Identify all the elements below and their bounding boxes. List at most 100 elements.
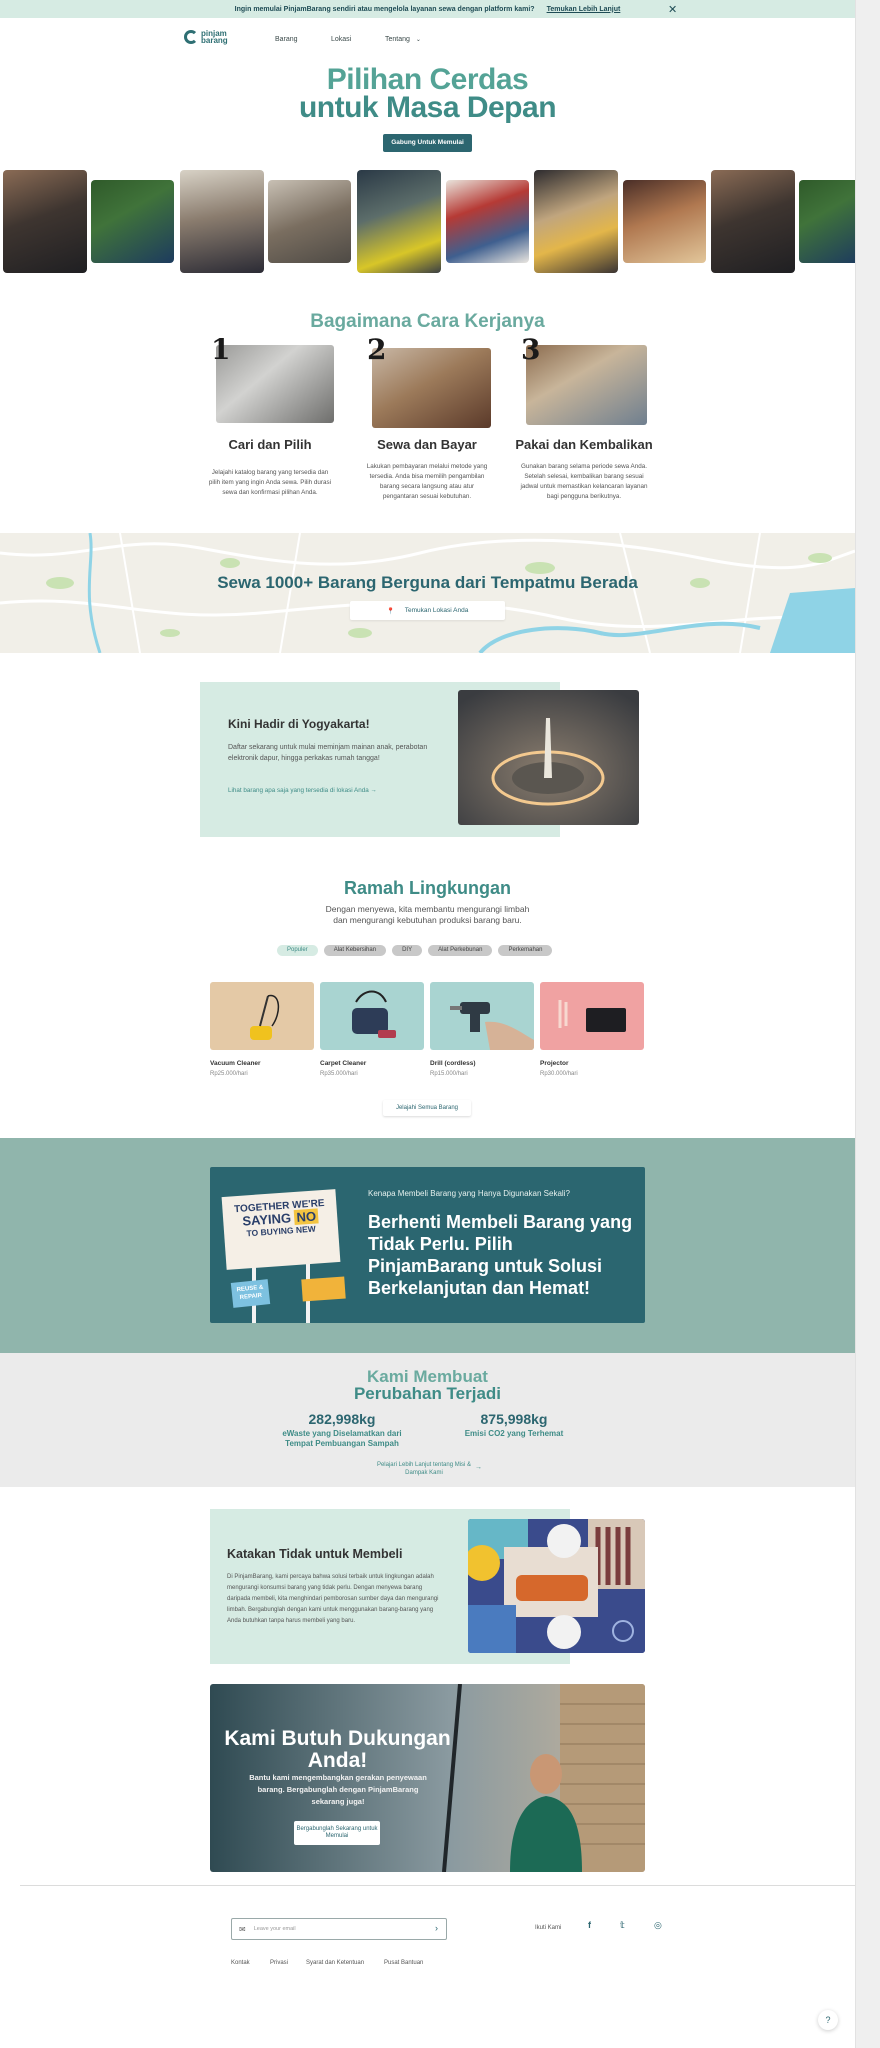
- product-price: Rp15.000/hari: [430, 1071, 468, 1077]
- ramah-title: Ramah Lingkungan: [343, 878, 511, 898]
- find-location-label: Temukan Lokasi Anda: [404, 607, 469, 614]
- filter-pills: Populer Alat Kebersihan DIY Alat Perkebu…: [277, 945, 553, 956]
- product-image-projector: [540, 982, 644, 1050]
- product-price: Rp25.000/hari: [210, 1071, 248, 1077]
- nav-item-lokasi[interactable]: Lokasi: [331, 36, 351, 43]
- photo-strip: [0, 170, 855, 274]
- stats-title-line2: Perubahan Terjadi: [353, 1384, 502, 1403]
- step-2-desc: Lakukan pembayaran melalui metode yang t…: [366, 463, 488, 500]
- step-1-desc: Jelajahi katalog barang yang tersedia da…: [208, 469, 332, 496]
- stat-label: Emisi CO2 yang Terhemat: [464, 1429, 564, 1438]
- ramah-subtitle: Dengan menyewa, kita membantu mengurangi…: [0, 904, 855, 926]
- map-section: Sewa 1000+ Barang Berguna dari Tempatmu …: [0, 533, 855, 653]
- product-card[interactable]: Drill (cordless) Rp15.000/hari: [430, 982, 534, 1077]
- product-card[interactable]: Vacuum Cleaner Rp25.000/hari: [210, 982, 314, 1077]
- product-card[interactable]: Carpet Cleaner Rp35.000/hari: [320, 982, 424, 1077]
- facebook-icon[interactable]: f: [588, 1920, 591, 1930]
- photo-person-laughing: [534, 170, 618, 273]
- hero-title: Pilihan Cerdas untuk Masa Depan: [0, 63, 855, 124]
- join-button[interactable]: Gabung Untuk Memulai: [383, 134, 472, 152]
- photo-person-tools: [3, 170, 87, 273]
- photo-person-garden-repeat: [799, 180, 855, 263]
- mission-link[interactable]: Pelajari Lebih Lanjut tentang Misi & Dam…: [370, 1461, 482, 1477]
- logo-icon: [184, 30, 198, 44]
- hero-title-line2: untuk Masa Depan: [298, 91, 557, 124]
- impact-stats: Kami Membuat Perubahan Terjadi 282,998kg…: [0, 1353, 855, 1487]
- mission-link-label: Pelajari Lebih Lanjut tentang Misi & Dam…: [376, 1462, 472, 1476]
- instagram-icon[interactable]: ◎: [654, 1920, 662, 1931]
- support-desc: Bantu kami mengembangkan gerakan penyewa…: [249, 1773, 427, 1806]
- filter-diy[interactable]: DIY: [392, 945, 423, 956]
- jogja-desc: Daftar sekarang untuk mulai meminjam mai…: [228, 744, 428, 762]
- jogja-title: Kini Hadir di Yogyakarta!: [228, 717, 370, 731]
- stat-label: eWaste yang Diselamatkan dari Tempat Pem…: [282, 1429, 402, 1448]
- support-banner: Kami Butuh Dukungan Anda! Bantu kami men…: [210, 1684, 645, 1872]
- step-2-number: 2: [367, 333, 387, 366]
- filter-alat-kebersihan[interactable]: Alat Kebersihan: [323, 945, 387, 956]
- footer-link-privasi[interactable]: Privasi: [270, 1960, 288, 1966]
- collage-image: [468, 1519, 645, 1653]
- help-icon[interactable]: ?: [818, 2010, 838, 2030]
- filter-alat-perkebunan[interactable]: Alat Perkebunan: [428, 945, 493, 956]
- logo[interactable]: pinjam barang: [184, 30, 228, 45]
- nav-item-tentang[interactable]: Tentang ⌄: [385, 36, 421, 43]
- find-location-button[interactable]: 📍 Temukan Lokasi Anda: [350, 601, 505, 620]
- jogja-photo: [458, 690, 639, 825]
- arrow-right-icon: →: [475, 1464, 482, 1471]
- stat-value: 282,998kg: [308, 1411, 376, 1427]
- mail-icon: ✉: [239, 1924, 246, 1934]
- photo-person-shelf: [446, 180, 529, 263]
- follow-label: Ikuti Kami: [535, 1925, 562, 1931]
- jogja-link[interactable]: Lihat barang apa saja yang tersedia di l…: [228, 787, 377, 794]
- support-title: Kami Butuh Dukungan Anda!: [224, 1727, 451, 1772]
- nav-item-barang[interactable]: Barang: [275, 36, 298, 43]
- banner-link[interactable]: Temukan Lebih Lanjut: [547, 6, 621, 13]
- say-no-desc: Di PinjamBarang, kami percaya bahwa solu…: [227, 1574, 439, 1624]
- hero-title-line1: Pilihan Cerdas: [326, 63, 529, 96]
- product-card[interactable]: Projector Rp30.000/hari: [540, 982, 644, 1077]
- join-now-button[interactable]: Bergabunglah Sekarang untuk Memulai: [294, 1821, 380, 1845]
- footer-link-terms[interactable]: Syarat dan Ketentuan: [306, 1960, 364, 1966]
- logo-line2: barang: [201, 36, 228, 45]
- photo-person-garden: [91, 180, 174, 263]
- how-it-works-title: Bagaimana Cara Kerjanya: [310, 311, 545, 332]
- ramah-subtitle-line2: dan mengurangi kebutuhan produksi barang…: [333, 915, 522, 925]
- stop-eyebrow: Kenapa Membeli Barang yang Hanya Digunak…: [368, 1189, 570, 1198]
- stop-title: Berhenti Membeli Barang yang Tidak Perlu…: [368, 1212, 633, 1298]
- nav-item-tentang-label: Tentang: [385, 36, 410, 43]
- step-3-number: 3: [521, 333, 541, 366]
- arrow-right-icon: →: [370, 787, 377, 794]
- footer-link-help-center[interactable]: Pusat Bantuan: [384, 1960, 423, 1966]
- chevron-down-icon: ⌄: [415, 37, 421, 43]
- product-name: Vacuum Cleaner: [210, 1060, 261, 1067]
- scrollbar-track[interactable]: [855, 0, 880, 2048]
- chevron-right-icon[interactable]: ›: [435, 1923, 438, 1933]
- step-3-desc: Gunakan barang selama periode sewa Anda.…: [520, 463, 648, 500]
- photo-person-dog: [623, 180, 706, 263]
- reuse-repair-tag: REUSE & REPAIR: [230, 1279, 271, 1308]
- close-icon[interactable]: ✕: [668, 3, 677, 16]
- stat-co2: 875,998kg Emisi CO2 yang Terhemat: [444, 1411, 584, 1439]
- twitter-icon[interactable]: 𝕥: [620, 1920, 625, 1931]
- page: Ingin memulai PinjamBarang sendiri atau …: [0, 0, 855, 2048]
- announcement-banner: Ingin memulai PinjamBarang sendiri atau …: [0, 0, 855, 18]
- stat-ewaste: 282,998kg eWaste yang Diselamatkan dari …: [272, 1411, 412, 1449]
- map-background: [0, 533, 855, 653]
- filter-populer[interactable]: Populer: [277, 945, 318, 956]
- protest-sign: TOGETHER WE'RE SAYING NO TO BUYING NEW: [221, 1189, 341, 1270]
- email-field[interactable]: ✉ Leave your email ›: [231, 1918, 447, 1940]
- step-3-title: Pakai dan Kembalikan: [515, 437, 653, 452]
- stats-title: Kami Membuat Perubahan Terjadi: [0, 1368, 855, 1402]
- stat-value: 875,998kg: [480, 1411, 548, 1427]
- say-no-title: Katakan Tidak untuk Membeli: [227, 1547, 403, 1561]
- product-name: Carpet Cleaner: [320, 1060, 367, 1067]
- jogja-link-label: Lihat barang apa saja yang tersedia di l…: [228, 787, 369, 794]
- browse-all-button[interactable]: Jelajahi Semua Barang: [383, 1100, 471, 1116]
- filter-perkemahan[interactable]: Perkemahan: [498, 945, 553, 956]
- footer-link-kontak[interactable]: Kontak: [231, 1960, 250, 1966]
- tugu-monument-image: [458, 690, 639, 825]
- photo-person-beard: [268, 180, 351, 263]
- product-image-drill: [430, 982, 534, 1050]
- step-2-image: [372, 348, 491, 428]
- top-nav: pinjam barang Barang Lokasi Tentang ⌄: [0, 18, 855, 48]
